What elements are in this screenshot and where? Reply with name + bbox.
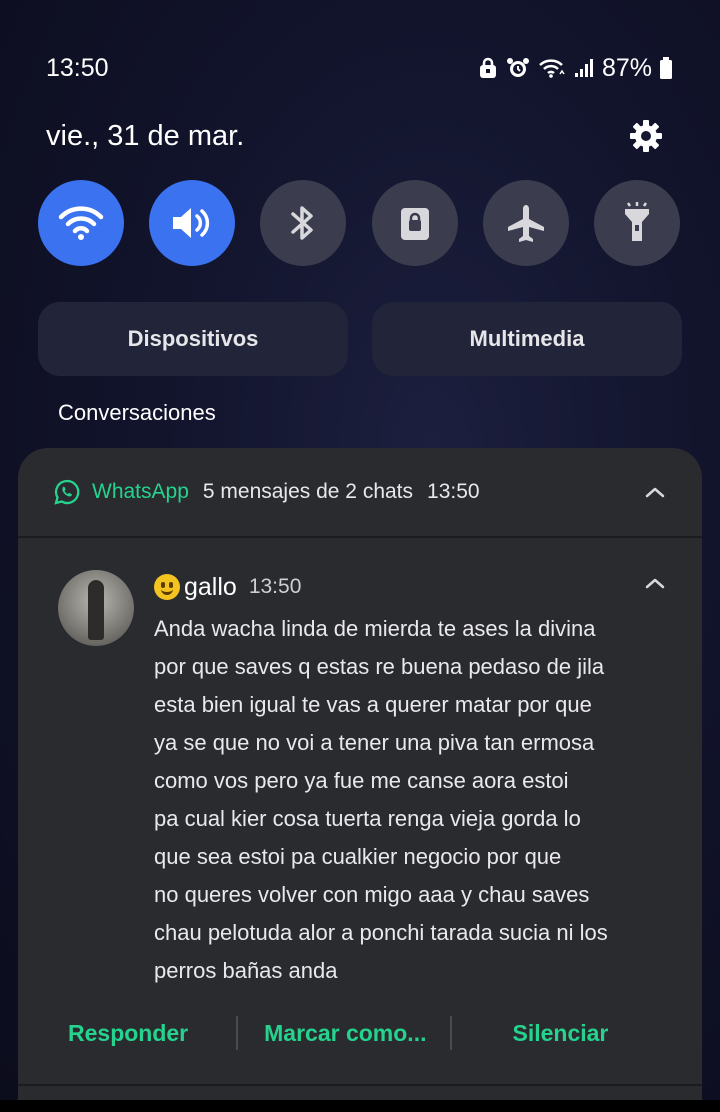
whatsapp-icon — [54, 479, 80, 505]
message-line: ya se que no voi a tener una piva tan er… — [154, 730, 595, 755]
action-divider — [450, 1016, 453, 1050]
notification-summary: 5 mensajes de 2 chats — [202, 480, 414, 503]
sound-toggle[interactable] — [149, 180, 236, 266]
wifi-icon — [58, 206, 104, 240]
header: vie., 31 de mar. — [46, 114, 664, 158]
notification-time: 13:50 — [427, 480, 480, 503]
message-time: 13:50 — [248, 575, 302, 598]
card-divider — [18, 1084, 702, 1086]
status-time: 13:50 — [46, 53, 109, 82]
conversations-label: Conversaciones — [58, 400, 216, 425]
message-line: que sea estoi pa cualkier negocio por qu… — [154, 844, 562, 869]
media-button[interactable]: Multimedia — [372, 302, 682, 376]
message-line: perros bañas anda — [154, 958, 338, 983]
lock-icon — [400, 208, 429, 240]
mute-button[interactable]: Silenciar — [512, 1020, 608, 1047]
message-line: Anda wacha linda de mierda te ases la di… — [154, 616, 596, 641]
status-icons: 87% — [478, 54, 672, 83]
mark-as-read-button[interactable]: Marcar como... — [264, 1020, 426, 1047]
quick-settings — [38, 180, 680, 268]
reply-button[interactable]: Responder — [68, 1020, 188, 1047]
settings-gear-icon[interactable] — [628, 118, 664, 154]
wifi-toggle[interactable] — [38, 180, 124, 266]
collapse-chevron-up-icon[interactable] — [644, 485, 666, 499]
devices-button[interactable]: Dispositivos — [38, 302, 348, 376]
message-line: esta bien igual te vas a querer matar po… — [154, 692, 592, 717]
flashlight-toggle[interactable] — [593, 180, 680, 266]
volume-icon — [173, 208, 210, 238]
notification-header[interactable]: WhatsApp 5 mensajes de 2 chats 13:50 — [18, 448, 702, 538]
whatsapp-notification[interactable]: WhatsApp 5 mensajes de 2 chats 13:50 gal… — [18, 448, 702, 1112]
bottom-edge — [0, 1100, 720, 1112]
bluetooth-toggle[interactable] — [260, 180, 347, 266]
app-name: WhatsApp — [92, 480, 189, 503]
wifi-status-icon — [538, 57, 566, 79]
message-collapse-chevron-up-icon[interactable] — [644, 576, 666, 595]
grinning-emoji-icon — [154, 574, 180, 600]
message-line: pa cual kier cosa tuerta renga vieja gor… — [154, 806, 581, 831]
alarm-icon — [506, 57, 530, 79]
lock-status-icon — [478, 57, 498, 79]
flashlight-icon — [624, 202, 649, 241]
date-text: vie., 31 de mar. — [46, 119, 245, 152]
airplane-mode-toggle[interactable] — [482, 180, 569, 266]
battery-percentage: 87% — [601, 53, 652, 82]
message-line: no queres volver con migo aaa y chau sav… — [154, 882, 590, 907]
message-text: Anda wacha linda de mierda te ases la di… — [154, 610, 654, 990]
screen-lock-toggle[interactable] — [371, 180, 458, 266]
message-line: chau pelotuda alor a ponchi tarada sucia… — [154, 920, 608, 945]
sender-name: gallo — [184, 572, 237, 601]
message-item[interactable]: gallo 13:50 Anda wacha linda de mierda t… — [18, 538, 702, 990]
avatar — [58, 570, 134, 646]
status-bar: 13:50 87% — [46, 50, 672, 86]
action-divider — [236, 1016, 239, 1050]
notification-actions: Responder Marcar como... Silenciar — [18, 1008, 702, 1058]
message-line: por que saves q estas re buena pedaso de… — [154, 654, 605, 679]
media-device-row: Dispositivos Multimedia — [38, 302, 682, 376]
bluetooth-icon — [291, 206, 314, 240]
signal-icon — [574, 58, 594, 78]
airplane-icon — [507, 205, 544, 242]
message-line: como vos pero ya fue me canse aora estoi — [154, 768, 569, 793]
battery-icon — [660, 57, 672, 79]
